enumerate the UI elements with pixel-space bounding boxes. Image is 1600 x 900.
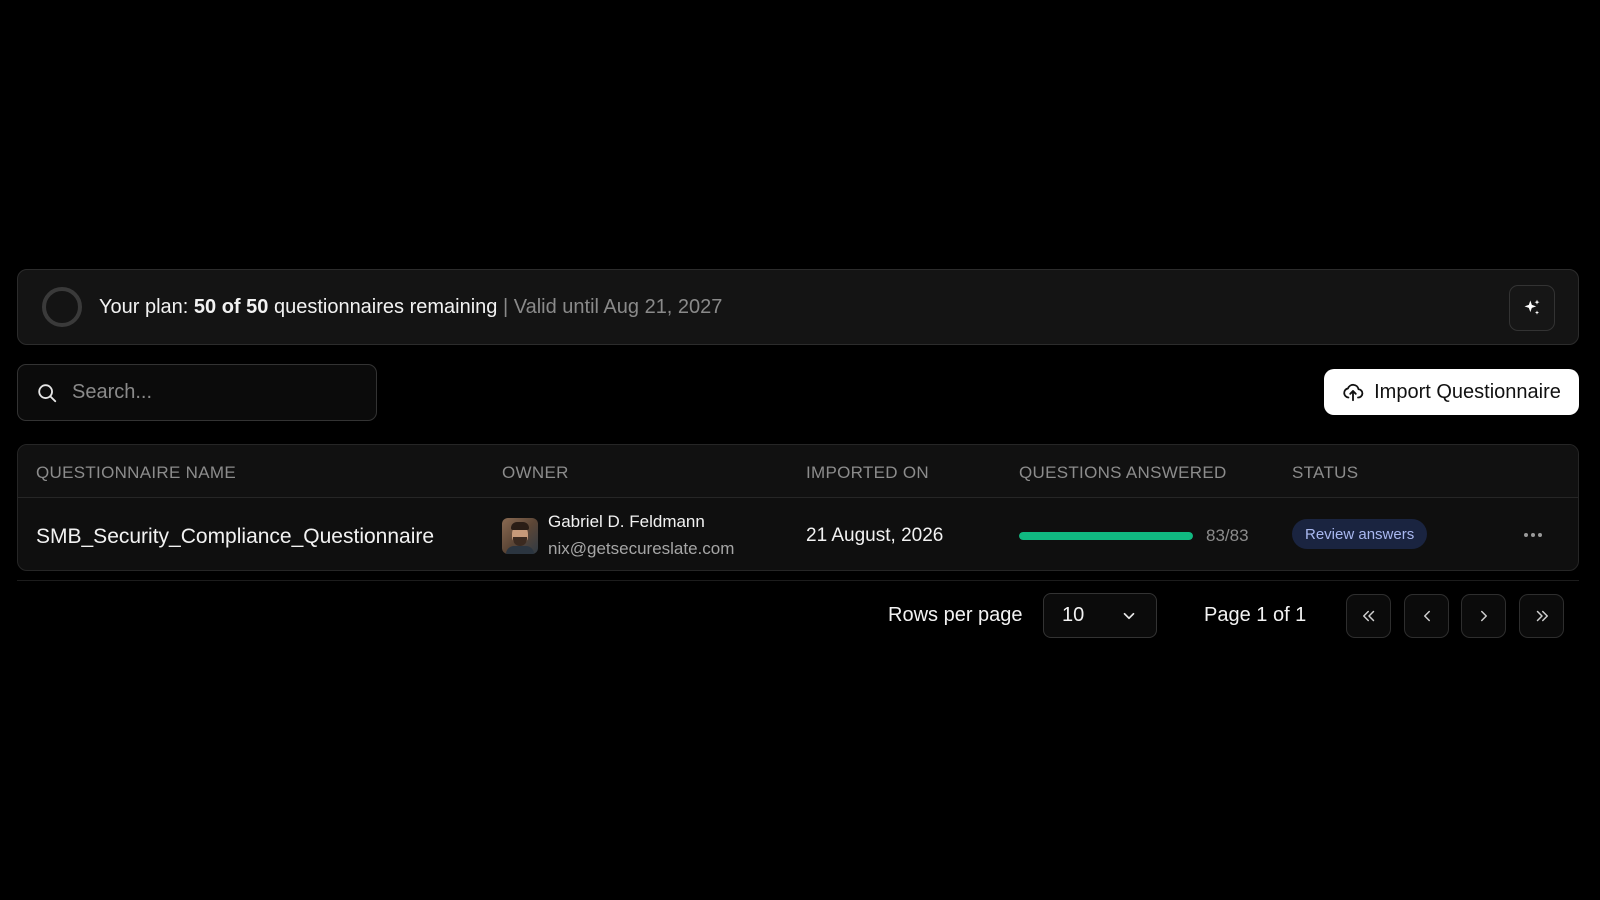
last-page-button[interactable] xyxy=(1519,594,1564,638)
chevrons-right-icon xyxy=(1536,610,1548,622)
column-header-owner[interactable]: OWNER xyxy=(502,463,569,483)
chevron-left-icon xyxy=(1423,610,1430,622)
import-button-label: Import Questionnaire xyxy=(1374,380,1561,403)
search-icon xyxy=(38,383,57,402)
more-horizontal-icon xyxy=(1524,533,1542,537)
questions-progress-fill xyxy=(1019,532,1193,540)
rows-per-page-select[interactable]: 10 xyxy=(1043,593,1157,638)
row-more-menu-button[interactable] xyxy=(1518,523,1548,547)
first-page-button[interactable] xyxy=(1346,594,1391,638)
plan-separator: | xyxy=(497,295,514,318)
chevrons-left-icon xyxy=(1362,610,1374,622)
import-questionnaire-button[interactable]: Import Questionnaire xyxy=(1324,369,1579,415)
imported-on-date: 21 August, 2026 xyxy=(806,525,944,546)
column-header-imported-on[interactable]: IMPORTED ON xyxy=(806,463,929,483)
plan-valid-until: Valid until Aug 21, 2027 xyxy=(513,295,723,318)
questions-answered-count: 83/83 xyxy=(1206,526,1249,545)
previous-page-button[interactable] xyxy=(1404,594,1449,638)
avatar xyxy=(502,518,538,554)
sparkle-icon xyxy=(1524,299,1540,315)
rows-per-page-label: Rows per page xyxy=(888,604,1023,626)
page-info: Page 1 of 1 xyxy=(1204,604,1307,626)
rows-per-page-value: 10 xyxy=(1062,604,1085,626)
chevron-down-icon xyxy=(1123,612,1135,619)
cloud-upload-icon xyxy=(1343,383,1364,402)
chevron-right-icon xyxy=(1480,610,1487,622)
column-header-name[interactable]: QUESTIONNAIRE NAME xyxy=(36,463,236,483)
questionnaire-name[interactable]: SMB_Security_Compliance_Questionnaire xyxy=(36,525,434,549)
plan-count: 50 of 50 xyxy=(193,295,269,318)
ai-sparkle-button[interactable] xyxy=(1509,285,1555,331)
plan-banner: Your plan: 50 of 50 questionnaires remai… xyxy=(17,269,1579,345)
plan-suffix: questionnaires remaining xyxy=(268,295,498,318)
column-header-status[interactable]: STATUS xyxy=(1292,463,1358,483)
owner-email: nix@getsecureslate.com xyxy=(548,539,735,558)
plan-prefix: Your plan: xyxy=(99,295,194,318)
search-input[interactable] xyxy=(72,381,332,404)
questionnaire-table: QUESTIONNAIRE NAME OWNER IMPORTED ON QUE… xyxy=(17,444,1579,571)
plan-usage-ring xyxy=(42,287,82,327)
column-header-questions-answered[interactable]: QUESTIONS ANSWERED xyxy=(1019,463,1227,483)
plan-text: Your plan: 50 of 50 questionnaires remai… xyxy=(99,296,722,319)
table-header: QUESTIONNAIRE NAME OWNER IMPORTED ON QUE… xyxy=(18,445,1578,498)
next-page-button[interactable] xyxy=(1461,594,1506,638)
questions-progress-bar xyxy=(1019,532,1193,540)
divider xyxy=(17,580,1579,581)
search-box[interactable] xyxy=(17,364,377,421)
owner-name: Gabriel D. Feldmann xyxy=(548,512,705,531)
status-badge[interactable]: Review answers xyxy=(1292,519,1428,549)
table-row[interactable]: SMB_Security_Compliance_Questionnaire Ga… xyxy=(18,499,1578,570)
